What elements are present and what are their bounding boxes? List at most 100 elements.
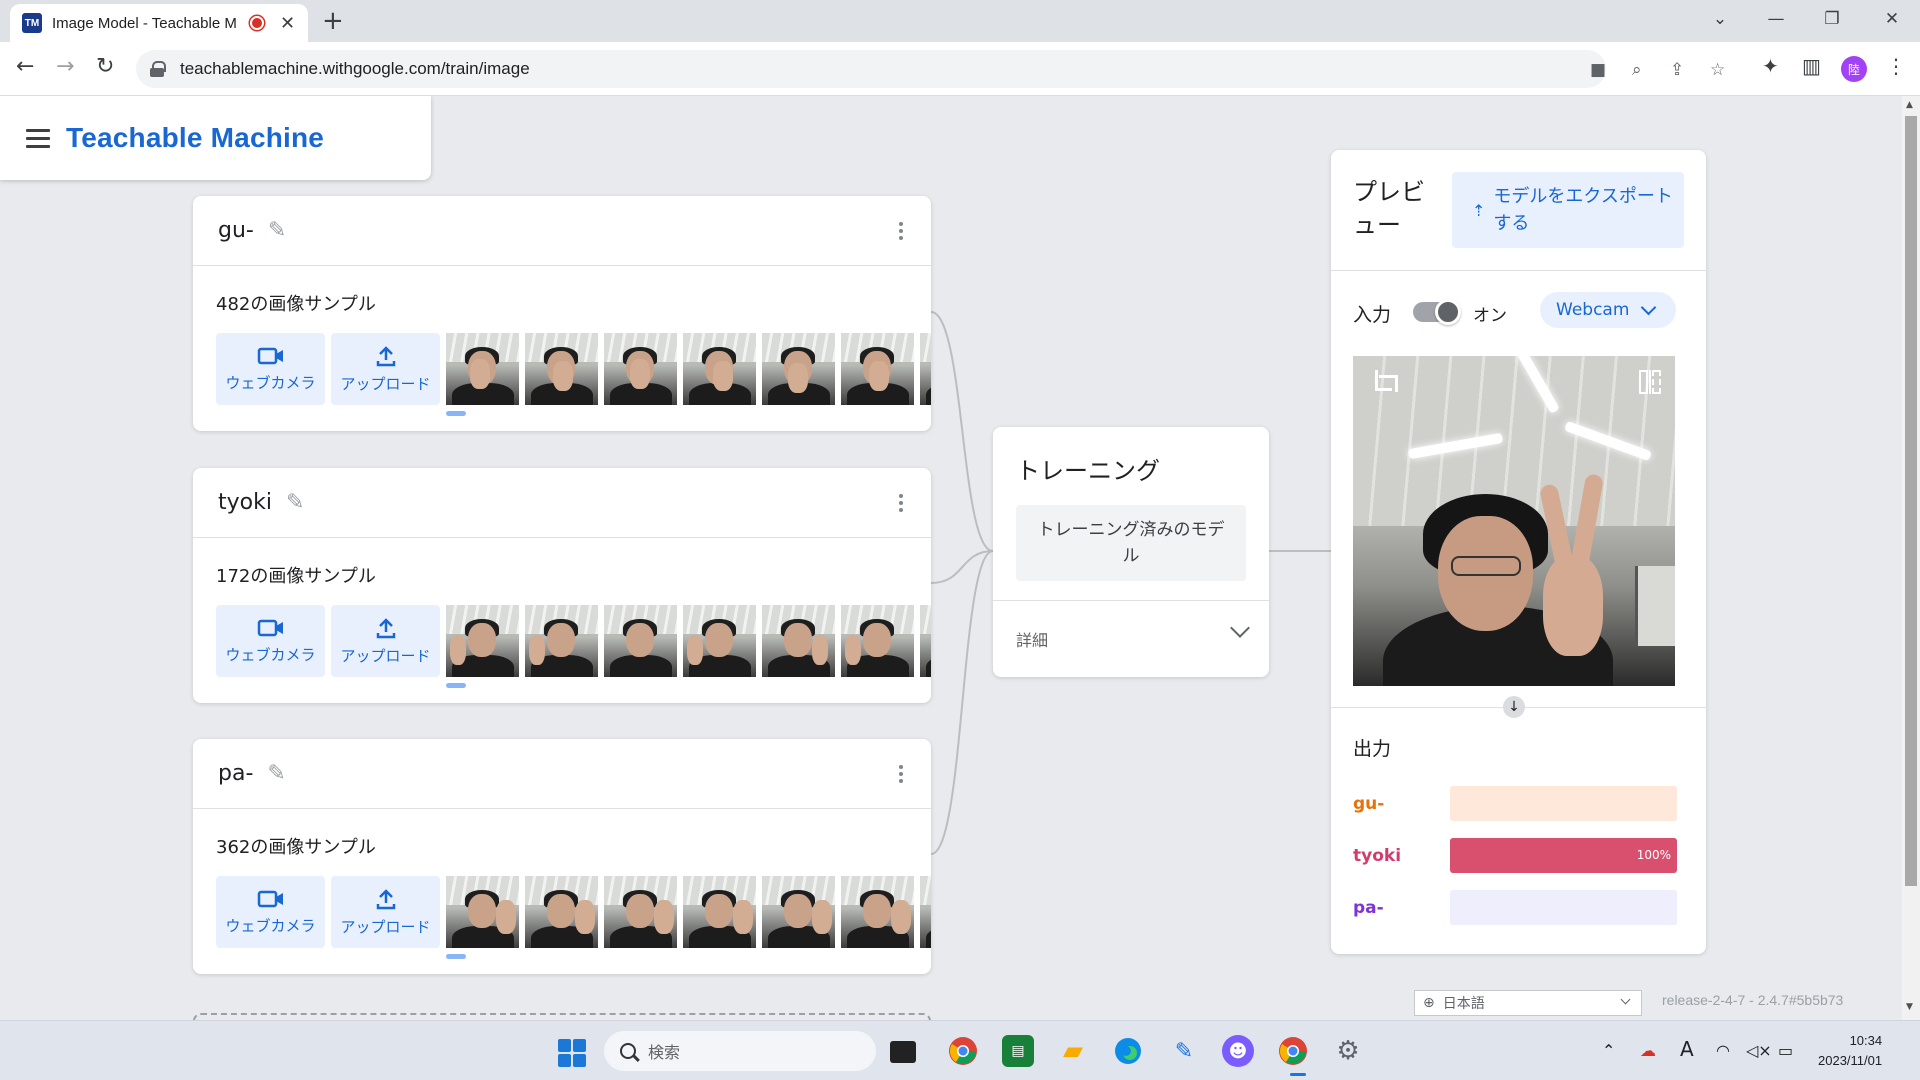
zoom-search-icon[interactable]: ⌕ [1632,60,1642,80]
scroll-up-icon[interactable]: ▲ [1906,100,1913,110]
bookmark-star-icon[interactable]: ☆ [1710,60,1725,80]
class-options-icon[interactable] [899,765,903,783]
reload-button[interactable]: ↻ [96,54,114,79]
paint-icon[interactable]: ✎ [1168,1035,1200,1067]
sample-thumbnail[interactable] [841,605,914,677]
restore-button[interactable]: ❐ [1804,0,1860,38]
discord-icon[interactable]: ☻ [1222,1035,1254,1067]
system-clock[interactable]: 10:34 2023/11/01 [1818,1031,1882,1071]
input-source-select[interactable]: Webcam [1540,292,1676,328]
sample-thumbnail[interactable] [604,876,677,948]
train-model-button[interactable]: トレーニング済みのモデル [1016,505,1246,581]
confidence-bar: 100% [1450,838,1677,873]
page-scrollbar[interactable]: ▲ ▼ [1902,96,1920,1020]
sample-thumbnail[interactable] [604,605,677,677]
volume-muted-icon[interactable]: ◁× [1746,1041,1772,1060]
sample-thumbnail[interactable] [683,333,756,405]
chevron-down-icon[interactable] [1230,618,1250,638]
classroom-icon[interactable]: ▤ [1002,1035,1034,1067]
hamburger-menu-icon[interactable] [26,128,50,148]
upload-button[interactable]: アップロード [331,876,440,948]
taskbar-search[interactable]: 検索 [604,1031,876,1071]
task-view-icon[interactable] [890,1041,916,1063]
sample-thumbnail[interactable] [525,876,598,948]
sample-thumbnail[interactable] [920,333,931,405]
webcam-button[interactable]: ウェブカメラ [216,333,325,405]
advanced-toggle[interactable]: 詳細 [1016,627,1048,651]
webcam-button[interactable]: ウェブカメラ [216,876,325,948]
sample-thumbnail[interactable] [683,605,756,677]
omnibox[interactable]: teachablemachine.withgoogle.com/train/im… [136,50,1725,88]
tray-chevron-up-icon[interactable]: ⌃ [1602,1041,1615,1060]
scroll-indicator[interactable] [446,411,466,416]
upload-button[interactable]: アップロード [331,605,440,677]
sample-thumbnail[interactable] [604,333,677,405]
scroll-down-icon[interactable]: ▼ [1906,1002,1913,1012]
side-panel-icon[interactable]: ▥ [1802,54,1821,78]
class-name[interactable]: gu- [218,218,254,243]
battery-icon[interactable]: ▭ [1778,1041,1793,1060]
class-name[interactable]: tyoki [218,490,272,515]
share-icon[interactable]: ⇪ [1670,60,1684,80]
sample-thumbnail[interactable] [841,333,914,405]
add-class-card[interactable] [193,1013,931,1020]
url-text[interactable]: teachablemachine.withgoogle.com/train/im… [180,59,530,79]
onedrive-icon[interactable]: ☁ [1640,1041,1656,1060]
camera-in-use-icon[interactable]: ■ [1590,60,1606,80]
favicon-icon: TM [22,13,42,33]
scroll-indicator[interactable] [446,683,466,688]
tab-search-chevron-icon[interactable]: ⌄ [1692,0,1748,38]
sample-thumbnail[interactable] [762,876,835,948]
scroll-thumb[interactable] [1905,116,1917,886]
edge-icon[interactable] [1112,1035,1144,1067]
edit-pencil-icon[interactable]: ✎ [268,218,286,243]
class-card-pa: pa- ✎ 362の画像サンプル ウェブカメラ アップロード [193,739,931,974]
sample-thumbnail[interactable] [446,333,519,405]
forward-button[interactable]: → [56,54,74,79]
new-tab-button[interactable]: + [322,6,344,36]
sample-thumbnail[interactable] [762,605,835,677]
class-options-icon[interactable] [899,494,903,512]
input-toggle[interactable] [1413,299,1461,325]
sample-thumbnail[interactable] [446,876,519,948]
sample-thumbnail[interactable] [446,605,519,677]
class-options-icon[interactable] [899,222,903,240]
close-tab-icon[interactable]: ✕ [280,13,295,34]
edit-pencil-icon[interactable]: ✎ [267,761,285,786]
upload-button[interactable]: アップロード [331,333,440,405]
back-button[interactable]: ← [16,54,34,79]
class-name[interactable]: pa- [218,761,253,786]
profile-avatar[interactable]: 陸 [1841,56,1867,82]
chrome-icon[interactable] [947,1035,979,1067]
language-select[interactable]: ⊕ 日本語 [1414,990,1642,1016]
export-model-button[interactable]: ⇡ モデルをエクスポートする [1452,172,1684,248]
wifi-icon[interactable]: ◠ [1716,1041,1730,1060]
crop-icon[interactable] [1371,370,1398,394]
file-explorer-icon[interactable]: ▰ [1057,1035,1089,1067]
toggle-state-label: オン [1473,306,1507,326]
sample-thumbnail[interactable] [525,605,598,677]
browser-tab[interactable]: TM Image Model - Teachable M ✕ [10,4,308,42]
edit-pencil-icon[interactable]: ✎ [286,490,304,515]
scroll-indicator[interactable] [446,954,466,959]
lock-icon[interactable] [150,61,166,77]
sample-thumbnail[interactable] [762,333,835,405]
minimize-button[interactable]: — [1748,0,1804,38]
toggle-knob[interactable] [1435,299,1461,325]
close-window-button[interactable]: ✕ [1864,0,1920,38]
sample-thumbnail[interactable] [841,876,914,948]
menu-kebab-icon[interactable]: ⋮ [1886,54,1906,78]
sample-thumbnail[interactable] [920,605,931,677]
ime-icon[interactable]: A [1680,1037,1694,1061]
sample-thumbnail[interactable] [525,333,598,405]
settings-gear-icon[interactable]: ⚙ [1332,1035,1364,1067]
chrome-active-icon[interactable] [1277,1035,1309,1067]
webcam-button[interactable]: ウェブカメラ [216,605,325,677]
sample-thumbnail[interactable] [683,876,756,948]
extensions-icon[interactable]: ✦ [1762,54,1779,78]
brand-title[interactable]: Teachable Machine [66,122,324,154]
class-card-gu: gu- ✎ 482の画像サンプル ウェブカメラ アップロード [193,196,931,431]
flip-icon[interactable] [1639,370,1661,394]
windows-start-icon[interactable] [558,1039,586,1067]
sample-thumbnail[interactable] [920,876,931,948]
